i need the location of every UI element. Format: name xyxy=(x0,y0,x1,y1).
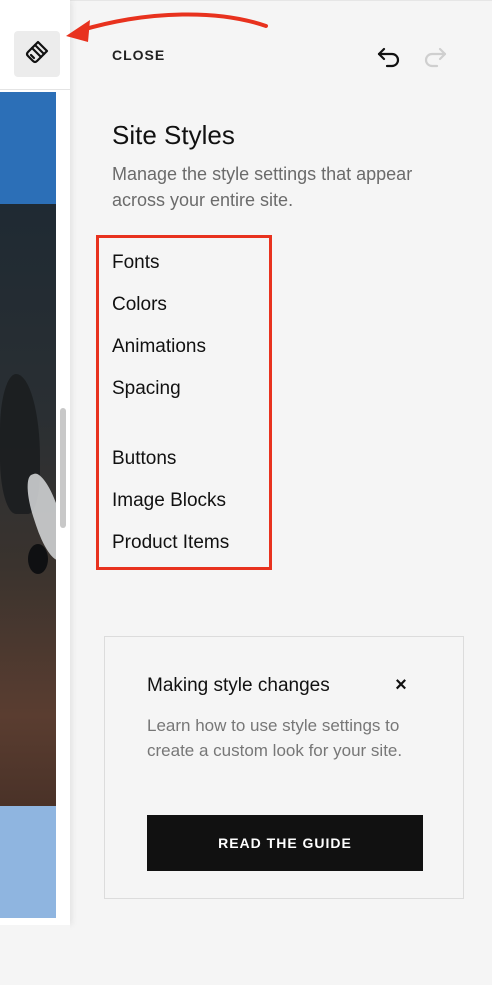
page-subtitle: Manage the style settings that appear ac… xyxy=(112,164,413,210)
redo-icon[interactable] xyxy=(422,44,448,68)
menu-item-animations[interactable]: Animations xyxy=(112,336,206,358)
site-styles-screen: CLOSE Site Styles Manage the style setti… xyxy=(0,0,492,985)
menu-item-fonts[interactable]: Fonts xyxy=(112,252,160,274)
preview-footer-block xyxy=(0,806,56,918)
close-icon[interactable]: × xyxy=(391,675,411,695)
guide-card-title: Making style changes xyxy=(147,675,330,696)
close-button[interactable]: CLOSE xyxy=(112,47,165,63)
menu-item-image-blocks[interactable]: Image Blocks xyxy=(112,490,226,512)
page-title: Site Styles xyxy=(112,120,235,150)
panel-header: CLOSE xyxy=(112,44,462,68)
guide-card: Making style changes × Learn how to use … xyxy=(104,636,464,899)
read-guide-button[interactable]: READ THE GUIDE xyxy=(147,815,423,871)
preview-bottom-gap xyxy=(0,925,70,985)
menu-item-colors[interactable]: Colors xyxy=(112,294,167,316)
menu-item-buttons[interactable]: Buttons xyxy=(112,448,176,470)
annotation-arrow xyxy=(66,12,268,42)
site-preview xyxy=(0,0,70,925)
guide-card-body: Learn how to use style settings to creat… xyxy=(147,716,403,760)
menu-item-product-items[interactable]: Product Items xyxy=(112,532,229,554)
preview-scrollbar[interactable] xyxy=(60,408,66,528)
paintbrush-icon xyxy=(24,39,50,70)
preview-header-block xyxy=(0,92,56,204)
undo-icon[interactable] xyxy=(376,44,402,68)
top-divider xyxy=(70,0,492,1)
site-styles-button[interactable] xyxy=(14,31,60,77)
annotation-highlight-box xyxy=(96,235,272,570)
preview-hero-image xyxy=(0,204,56,806)
menu-item-spacing[interactable]: Spacing xyxy=(112,378,181,400)
